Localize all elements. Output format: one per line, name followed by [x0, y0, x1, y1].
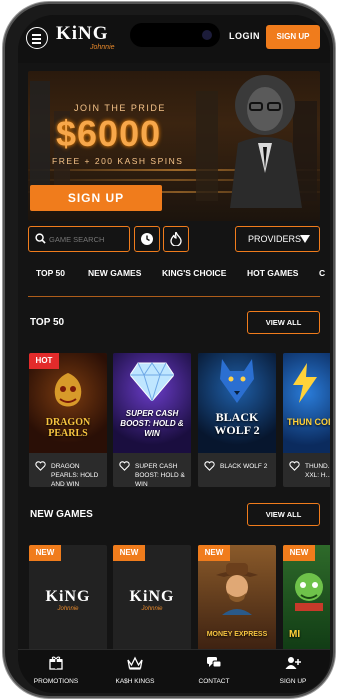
building	[196, 91, 218, 201]
caret-down-icon	[300, 235, 310, 243]
nav-label: SIGN UP	[279, 678, 307, 685]
search-icon	[35, 233, 46, 244]
gift-icon	[49, 656, 63, 670]
dragon-icon	[54, 373, 82, 407]
nav-promotions[interactable]: PROMOTIONS	[21, 656, 91, 685]
game-search[interactable]	[28, 226, 130, 252]
section-title-new-games: NEW GAMES	[30, 509, 93, 520]
king-logo-sub: Johnnie	[57, 606, 79, 612]
phone-frame: KiNG Johnnie LOGIN SIGN UP JOIN THE PRID…	[3, 2, 335, 698]
banner-spins: FREE + 200 KASH SPINS	[52, 156, 184, 166]
crown-icon	[127, 656, 143, 670]
category-tabs: TOP 50 NEW GAMES KING'S CHOICE HOT GAMES…	[18, 268, 330, 284]
game-card[interactable]: THUN COIN THUND... XXL: H...	[283, 353, 330, 487]
clock-icon	[141, 233, 153, 245]
new-games-view-all-button[interactable]: VIEW ALL	[247, 503, 320, 526]
login-link[interactable]: LOGIN	[229, 31, 260, 41]
add-user-icon	[285, 657, 301, 669]
tab-new-games[interactable]: NEW GAMES	[88, 268, 141, 278]
banner-signup-button[interactable]: SIGN UP	[30, 185, 162, 211]
logo[interactable]: KiNG	[56, 23, 109, 45]
hamburger-menu-button[interactable]	[26, 27, 48, 49]
lightning-icon	[293, 363, 317, 403]
providers-label: PROVIDERS	[248, 234, 302, 244]
game-name: DRAGON PEARLS: HOLD AND WIN	[51, 463, 99, 487]
thumb-title: SUPER CASH BOOST: HOLD & WIN	[120, 409, 184, 438]
new-game-card[interactable]: NEW MONEY EXPRESS	[198, 545, 276, 655]
camera-icon	[202, 30, 212, 40]
game-name: SUPER CASH BOOST: HOLD & WIN	[135, 463, 185, 487]
banner-prize: $6000	[56, 113, 162, 154]
tab-top-50[interactable]: TOP 50	[36, 268, 65, 278]
nav-label: CONTACT	[198, 678, 230, 685]
divider	[28, 296, 320, 297]
bottom-navigation: PROMOTIONS KA$H KINGS CONTACT SIGN UP	[18, 649, 330, 693]
gremlin-icon	[295, 573, 323, 611]
tab-next[interactable]: C	[319, 268, 325, 278]
building	[30, 81, 50, 201]
hot-badge: HOT	[29, 353, 59, 369]
game-name: THUND... XXL: H...	[305, 463, 330, 479]
recent-games-button[interactable]	[134, 226, 160, 252]
new-badge: NEW	[283, 545, 315, 561]
screen: KiNG Johnnie LOGIN SIGN UP JOIN THE PRID…	[18, 15, 330, 693]
new-game-card[interactable]: NEW KiNG Johnnie	[113, 545, 191, 655]
lion-mascot-icon	[230, 75, 302, 208]
game-thumbnail: THUN COIN	[283, 353, 330, 453]
nav-label: PROMOTIONS	[33, 678, 79, 685]
wolf-icon	[220, 359, 254, 403]
chat-icon	[207, 657, 222, 668]
promo-banner[interactable]: JOIN THE PRIDE $6000 FREE + 200 KASH SPI…	[28, 71, 320, 221]
heart-icon[interactable]	[289, 461, 300, 471]
thumb-title: MONEY EXPRESS	[206, 631, 268, 638]
king-logo-sub: Johnnie	[141, 606, 163, 612]
cowboy-icon	[216, 563, 258, 615]
hot-games-button[interactable]	[163, 226, 189, 252]
new-game-card[interactable]: NEW KiNG Johnnie	[29, 545, 107, 655]
nav-signup[interactable]: SIGN UP	[258, 656, 328, 685]
banner-tagline: JOIN THE PRIDE	[74, 103, 166, 113]
game-thumbnail: BLACK WOLF 2	[198, 353, 276, 453]
new-game-card[interactable]: NEW MI	[283, 545, 330, 655]
king-logo: KiNG	[129, 588, 175, 605]
top50-view-all-button[interactable]: VIEW ALL	[247, 311, 320, 334]
game-card[interactable]: DRAGON PEARLS HOT DRAGON PEARLS: HOLD AN…	[29, 353, 107, 487]
menu-line	[32, 42, 41, 44]
tab-kings-choice[interactable]: KING'S CHOICE	[162, 268, 226, 278]
tab-hot-games[interactable]: HOT GAMES	[247, 268, 298, 278]
nav-contact[interactable]: CONTACT	[179, 656, 249, 685]
king-logo: KiNG	[45, 588, 91, 605]
menu-line	[32, 34, 41, 36]
game-card[interactable]: SUPER CASH BOOST: HOLD & WIN SUPER CASH …	[113, 353, 191, 487]
new-badge: NEW	[29, 545, 61, 561]
dynamic-island	[130, 23, 220, 47]
signup-button[interactable]: SIGN UP	[266, 25, 320, 49]
heart-icon[interactable]	[119, 461, 130, 471]
thumb-title: DRAGON PEARLS	[45, 417, 91, 439]
game-name: BLACK WOLF 2	[220, 463, 268, 470]
new-badge: NEW	[113, 545, 145, 561]
game-thumbnail: SUPER CASH BOOST: HOLD & WIN	[113, 353, 191, 453]
menu-line	[32, 38, 41, 40]
heart-icon[interactable]	[204, 461, 215, 471]
game-card[interactable]: BLACK WOLF 2 BLACK WOLF 2	[198, 353, 276, 487]
thumb-title: MI	[289, 629, 301, 640]
logo-subtitle: Johnnie	[90, 44, 115, 51]
search-input[interactable]	[49, 231, 129, 247]
providers-dropdown[interactable]: PROVIDERS	[235, 226, 320, 252]
flame-icon	[170, 232, 182, 246]
thumb-title: THUN COIN	[287, 417, 330, 427]
thumb-title: BLACK WOLF 2	[214, 410, 260, 437]
heart-icon[interactable]	[35, 461, 46, 471]
diamond-icon	[130, 362, 174, 401]
nav-label: KA$H KINGS	[115, 678, 155, 685]
nav-kash-kings[interactable]: KA$H KINGS	[100, 656, 170, 685]
section-title-top50: TOP 50	[30, 317, 65, 328]
